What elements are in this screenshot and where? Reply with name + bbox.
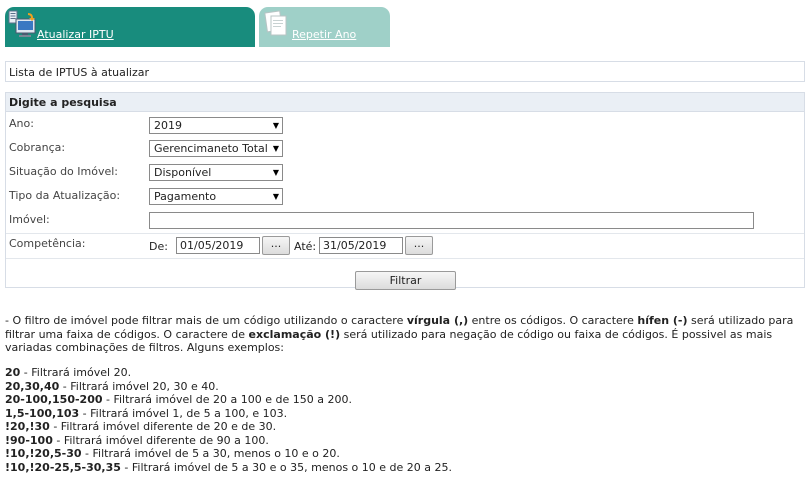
cobranca-label: Cobrança: (9, 141, 66, 154)
ate-label: Até: (294, 240, 317, 253)
example-item: !10,!20,5-30 - Filtrará imóvel de 5 a 30… (5, 447, 452, 461)
help-text-part: - O filtro de imóvel pode filtrar mais d… (5, 314, 407, 327)
example-code: 1,5-100,103 (5, 406, 80, 420)
example-code: 20 (5, 366, 21, 379)
example-desc: - Filtrará imóvel diferente de 90 a 100. (52, 433, 269, 447)
examples-list: 20 - Filtrará imóvel 20. 20,30,40 - Filt… (5, 366, 452, 474)
help-keyword-hifen: hífen (-) (637, 314, 688, 327)
help-keyword-virgula: vírgula (,) (406, 314, 469, 327)
example-code: 20-100,150-200 (5, 393, 103, 406)
chevron-down-icon: ▼ (272, 192, 279, 201)
example-code: !20,!30 (5, 420, 50, 433)
example-code: !10,!20-25,5-30,35 (5, 460, 121, 474)
chevron-down-icon: ▼ (270, 141, 279, 156)
date-from-input[interactable]: 01/05/2019 (176, 237, 260, 254)
chevron-down-icon: ▼ (272, 168, 279, 177)
example-desc: - Filtrará imóvel 1, de 5 a 100, e 103. (79, 406, 288, 420)
documents-icon (263, 9, 293, 42)
cobranca-value: Gerencimaneto Total (154, 142, 268, 155)
example-item: 20-100,150-200 - Filtrará imóvel de 20 a… (5, 393, 452, 407)
imovel-input[interactable] (149, 212, 754, 229)
example-item: !20,!30 - Filtrará imóvel diferente de 2… (5, 420, 452, 434)
list-title: Lista de IPTUS à atualizar (9, 66, 149, 79)
search-panel: Digite a pesquisa Ano: 2019 ▼ Cobrança: … (5, 92, 805, 290)
example-item: !90-100 - Filtrará imóvel diferente de 9… (5, 434, 452, 448)
tipo-value: Pagamento (154, 190, 217, 203)
help-keyword-exclamacao: exclamação (!) (248, 327, 341, 341)
tab-label[interactable]: Repetir Ano (292, 28, 356, 41)
example-item: !10,!20-25,5-30,35 - Filtrará imóvel de … (5, 461, 452, 475)
example-desc: - Filtrará imóvel de 5 a 30, menos o 10 … (81, 447, 340, 460)
competencia-label: Competência: (9, 237, 86, 250)
help-text-part: entre os códigos. O caractere (468, 314, 638, 327)
imovel-label: Imóvel: (9, 213, 50, 226)
divider (6, 258, 804, 259)
tab-label[interactable]: Atualizar IPTU (37, 28, 114, 41)
ano-label: Ano: (9, 117, 34, 130)
chevron-down-icon: ▼ (272, 121, 279, 130)
example-desc: - Filtrará imóvel de 20 a 100 e de 150 a… (102, 393, 352, 406)
cobranca-select[interactable]: Gerencimaneto Total ▼ (149, 140, 283, 157)
de-label: De: (149, 240, 168, 253)
example-item: 20 - Filtrará imóvel 20. (5, 366, 452, 380)
list-title-box: Lista de IPTUS à atualizar (5, 61, 805, 82)
example-desc: - Filtrará imóvel 20, 30 e 40. (59, 379, 219, 393)
divider (6, 233, 804, 234)
date-to-input[interactable]: 31/05/2019 (319, 237, 403, 254)
date-to-picker-button[interactable]: ... (405, 236, 433, 255)
ano-value: 2019 (154, 119, 182, 132)
example-desc: - Filtrará imóvel diferente de 20 e de 3… (49, 420, 277, 433)
search-header: Digite a pesquisa (6, 93, 804, 112)
example-item: 1,5-100,103 - Filtrará imóvel 1, de 5 a … (5, 407, 452, 421)
monitor-icon (8, 8, 38, 41)
example-desc: - Filtrará imóvel de 5 a 30 e o 35, meno… (120, 460, 452, 474)
example-code: !10,!20,5-30 (5, 447, 82, 460)
date-from-picker-button[interactable]: ... (262, 236, 290, 255)
example-code: 20,30,40 (5, 379, 60, 393)
date-from-value: 01/05/2019 (180, 239, 244, 252)
tab-atualizar-iptu[interactable]: Atualizar IPTU (5, 7, 255, 47)
situacao-label: Situação do Imóvel: (9, 165, 119, 178)
date-to-value: 31/05/2019 (323, 239, 387, 252)
tipo-select[interactable]: Pagamento ▼ (149, 188, 283, 205)
filter-button[interactable]: Filtrar (355, 271, 456, 290)
situacao-value: Disponível (154, 166, 212, 179)
tipo-label: Tipo da Atualização: (9, 189, 121, 202)
situacao-select[interactable]: Disponível ▼ (149, 164, 283, 181)
tab-repetir-ano[interactable]: Repetir Ano (259, 7, 390, 47)
ano-select[interactable]: 2019 ▼ (149, 117, 283, 134)
filter-help-text: - O filtro de imóvel pode filtrar mais d… (5, 314, 805, 355)
example-desc: - Filtrará imóvel 20. (20, 366, 132, 379)
example-code: !90-100 (5, 433, 53, 447)
example-item: 20,30,40 - Filtrará imóvel 20, 30 e 40. (5, 380, 452, 394)
